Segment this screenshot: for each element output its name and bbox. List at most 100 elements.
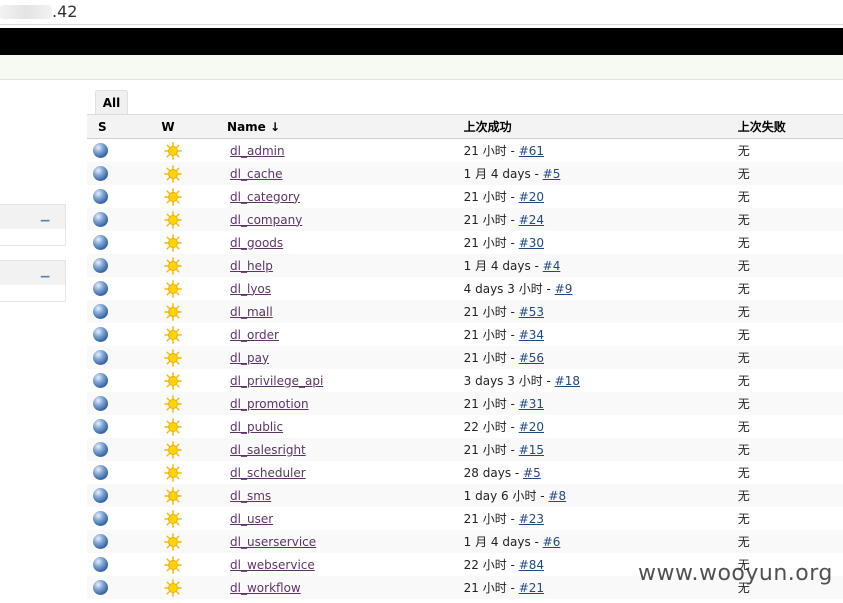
last-success-time: 3 days 3 小时 - bbox=[463, 374, 555, 388]
job-link[interactable]: dl_user bbox=[230, 512, 273, 526]
last-failure: 无 bbox=[737, 282, 750, 296]
job-link[interactable]: dl_category bbox=[230, 190, 300, 204]
sunny-icon bbox=[164, 463, 183, 482]
build-link[interactable]: #4 bbox=[543, 259, 561, 273]
job-link[interactable]: dl_goods bbox=[230, 236, 283, 250]
job-link[interactable]: dl_workflow bbox=[230, 581, 301, 595]
sunny-icon bbox=[164, 555, 183, 574]
breadcrumb-bar bbox=[0, 55, 843, 80]
last-failure: 无 bbox=[737, 300, 843, 323]
last-failure: 无 bbox=[737, 236, 750, 250]
job-link[interactable]: dl_order bbox=[230, 328, 279, 342]
build-link[interactable]: #84 bbox=[519, 558, 544, 572]
sidebar-panel-2: − bbox=[0, 260, 66, 286]
job-link[interactable]: dl_privilege_api bbox=[230, 374, 323, 388]
column-last-failure[interactable]: 上次失败 bbox=[737, 114, 843, 139]
last-failure: 无 bbox=[737, 512, 750, 526]
sunny-icon bbox=[164, 233, 183, 252]
jenkins-header bbox=[0, 28, 843, 55]
build-link[interactable]: #9 bbox=[555, 282, 573, 296]
last-failure: 无 bbox=[737, 420, 750, 434]
blue-ball-icon bbox=[93, 419, 108, 434]
sidebar-panel-1-body bbox=[0, 229, 66, 246]
table-row: dl_lyos 4 days 3 小时 - #9 无 bbox=[87, 277, 843, 300]
table-row: dl_salesright 21 小时 - #15 无 bbox=[87, 438, 843, 461]
tab-all[interactable]: All bbox=[95, 90, 128, 115]
jobs-table: S W Name ↓ 上次成功 上次失败 dl_admin 21 小时 - #61… bbox=[87, 114, 843, 599]
job-link[interactable]: dl_admin bbox=[230, 144, 285, 158]
build-link[interactable]: #5 bbox=[523, 466, 541, 480]
column-name[interactable]: Name ↓ bbox=[227, 114, 464, 139]
job-link[interactable]: dl_company bbox=[230, 213, 302, 227]
build-link[interactable]: #56 bbox=[519, 351, 544, 365]
last-success-time: 4 days 3 小时 - bbox=[463, 282, 555, 296]
build-link[interactable]: #18 bbox=[555, 374, 580, 388]
build-link[interactable]: #23 bbox=[519, 512, 544, 526]
last-success-time: 1 day 6 小时 - bbox=[463, 489, 549, 503]
job-rows: dl_admin 21 小时 - #61 无 dl_cache 1 月 4 days … bbox=[87, 139, 843, 599]
last-failure: 无 bbox=[737, 392, 843, 415]
table-row: dl_promotion 21 小时 - #31 无 bbox=[87, 392, 843, 415]
sunny-icon bbox=[164, 394, 183, 413]
last-success-time: 21 小时 - bbox=[463, 305, 519, 319]
build-link[interactable]: #8 bbox=[548, 489, 566, 503]
column-weather[interactable]: W bbox=[158, 114, 228, 139]
sunny-icon bbox=[164, 256, 183, 275]
build-link[interactable]: #24 bbox=[519, 213, 544, 227]
column-status[interactable]: S bbox=[87, 114, 159, 139]
redacted-host bbox=[0, 5, 52, 19]
build-link[interactable]: #6 bbox=[543, 535, 561, 549]
last-failure: 无 bbox=[737, 162, 843, 185]
job-link[interactable]: dl_scheduler bbox=[230, 466, 306, 480]
last-failure: 无 bbox=[737, 208, 843, 231]
build-link[interactable]: #31 bbox=[519, 397, 544, 411]
job-link[interactable]: dl_userservice bbox=[230, 535, 316, 549]
sidebar-panel-1: − bbox=[0, 204, 66, 230]
job-link[interactable]: dl_webservice bbox=[230, 558, 315, 572]
column-last-success[interactable]: 上次成功 bbox=[463, 114, 738, 139]
last-success-time: 21 小时 - bbox=[463, 190, 519, 204]
table-row: dl_category 21 小时 - #20 无 bbox=[87, 185, 843, 208]
last-success-time: 21 小时 - bbox=[463, 397, 519, 411]
build-link[interactable]: #15 bbox=[519, 443, 544, 457]
sunny-icon bbox=[164, 417, 183, 436]
build-link[interactable]: #21 bbox=[519, 581, 544, 595]
collapse-button[interactable]: − bbox=[39, 269, 51, 285]
last-success-time: 22 小时 - bbox=[463, 420, 519, 434]
job-link[interactable]: dl_sms bbox=[230, 489, 271, 503]
table-row: dl_goods 21 小时 - #30 无 bbox=[87, 231, 843, 254]
job-link[interactable]: dl_promotion bbox=[230, 397, 309, 411]
blue-ball-icon bbox=[93, 396, 108, 411]
build-link[interactable]: #34 bbox=[519, 328, 544, 342]
build-link[interactable]: #30 bbox=[519, 236, 544, 250]
table-row: dl_scheduler 28 days - #5 无 bbox=[87, 461, 843, 484]
sunny-icon bbox=[164, 325, 183, 344]
table-row: dl_privilege_api 3 days 3 小时 - #18 无 bbox=[87, 369, 843, 392]
job-link[interactable]: dl_public bbox=[230, 420, 283, 434]
build-link[interactable]: #20 bbox=[519, 190, 544, 204]
last-success-time: 22 小时 - bbox=[463, 558, 519, 572]
collapse-button[interactable]: − bbox=[39, 213, 51, 229]
blue-ball-icon bbox=[93, 143, 108, 158]
last-failure: 无 bbox=[737, 328, 750, 342]
sunny-icon bbox=[164, 302, 183, 321]
job-link[interactable]: dl_mall bbox=[230, 305, 273, 319]
last-success-time: 21 小时 - bbox=[463, 328, 519, 342]
table-row: dl_mall 21 小时 - #53 无 bbox=[87, 300, 843, 323]
job-link[interactable]: dl_lyos bbox=[230, 282, 271, 296]
blue-ball-icon bbox=[93, 212, 108, 227]
job-link[interactable]: dl_help bbox=[230, 259, 273, 273]
url-text: .42 bbox=[52, 2, 78, 21]
sunny-icon bbox=[164, 440, 183, 459]
job-link[interactable]: dl_pay bbox=[230, 351, 269, 365]
job-link[interactable]: dl_cache bbox=[230, 167, 283, 181]
build-link[interactable]: #20 bbox=[519, 420, 544, 434]
build-link[interactable]: #53 bbox=[519, 305, 544, 319]
sunny-icon bbox=[164, 348, 183, 367]
build-link[interactable]: #61 bbox=[519, 144, 544, 158]
build-link[interactable]: #5 bbox=[543, 167, 561, 181]
job-link[interactable]: dl_salesright bbox=[230, 443, 306, 457]
blue-ball-icon bbox=[93, 488, 108, 503]
address-bar[interactable]: .42 bbox=[0, 0, 843, 25]
table-row: dl_userservice 1 月 4 days - #6 无 bbox=[87, 530, 843, 553]
